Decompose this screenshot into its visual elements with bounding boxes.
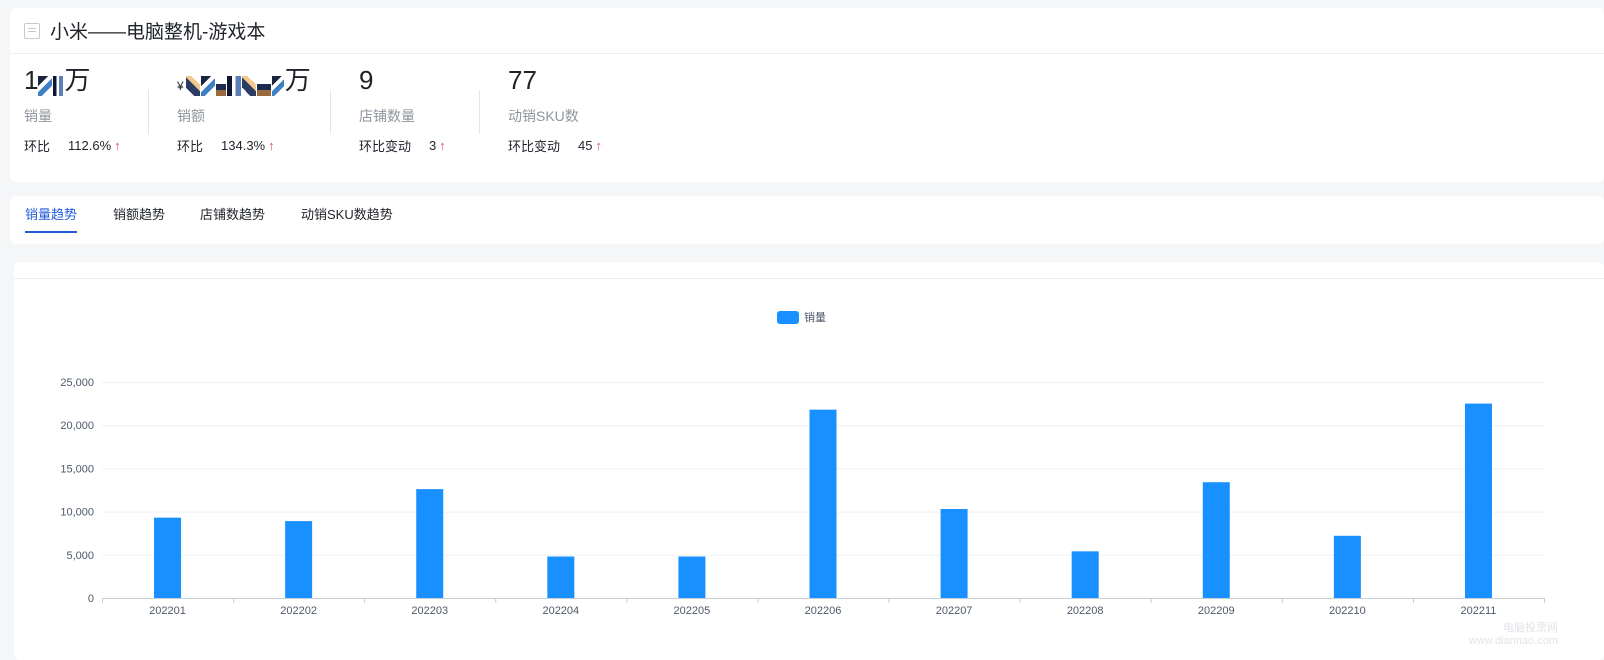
title-bar: 小米——电脑整机-游戏本 bbox=[10, 8, 1604, 54]
obscured-value bbox=[256, 76, 271, 96]
obscured-value bbox=[241, 76, 256, 96]
obscured-value bbox=[215, 76, 226, 96]
metric-compare: 环比 112.6% ↑ bbox=[24, 136, 121, 155]
divider bbox=[330, 90, 331, 134]
page-title: 小米——电脑整机-游戏本 bbox=[50, 22, 266, 43]
watermark-line: www.diannao.com bbox=[1468, 635, 1558, 647]
x-tick-label: 202204 bbox=[542, 605, 579, 617]
metric-compare: 环比变动 45 ↑ bbox=[508, 136, 602, 155]
tab-store-count-trend[interactable]: 店铺数趋势 bbox=[200, 196, 265, 244]
bar bbox=[678, 556, 706, 598]
y-tick-label: 0 bbox=[88, 593, 94, 605]
obscured-value bbox=[38, 76, 53, 96]
y-tick-label: 20,000 bbox=[60, 420, 94, 432]
arrow-up-icon: ↑ bbox=[268, 138, 275, 153]
sales-volume-bar-chart: 0 5,000 10,000 15,000 20,000 25,000 202201 2022… bbox=[60, 310, 1545, 617]
metric-value: ¥ 万 bbox=[177, 64, 311, 96]
x-tick-label: 202203 bbox=[411, 605, 448, 617]
compare-value: 3 bbox=[429, 138, 437, 153]
metric-label: 店铺数量 bbox=[359, 108, 415, 124]
bar bbox=[285, 521, 313, 598]
compare-label: 环比变动 bbox=[508, 139, 561, 154]
tab-active-sku-trend[interactable]: 动销SKU数趋势 bbox=[301, 196, 393, 244]
metric-unit: 万 bbox=[64, 65, 91, 95]
divider bbox=[148, 90, 149, 134]
obscured-value bbox=[271, 76, 284, 96]
arrow-up-icon: ↑ bbox=[114, 138, 121, 153]
x-tick-label: 202211 bbox=[1461, 605, 1497, 617]
metric-unit: 万 bbox=[284, 65, 311, 95]
bar bbox=[416, 489, 444, 598]
x-tick-label: 202208 bbox=[1067, 605, 1104, 617]
compare-value: 112.6% bbox=[68, 138, 112, 153]
tab-sales-volume-trend[interactable]: 销量趋势 bbox=[25, 196, 78, 244]
bar bbox=[940, 509, 968, 598]
x-tick-label: 202210 bbox=[1329, 605, 1366, 617]
trend-tabs: 销量趋势 销额趋势 店铺数趋势 动销SKU数趋势 bbox=[10, 196, 1604, 244]
legend-swatch bbox=[777, 311, 799, 324]
compare-label: 环比 bbox=[24, 139, 51, 154]
metric-value: 9 bbox=[359, 65, 374, 95]
bar bbox=[154, 517, 182, 598]
obscured-value bbox=[185, 76, 200, 96]
x-tick-label: 202201 bbox=[149, 605, 186, 617]
bar bbox=[1071, 551, 1099, 598]
metric-label: 动销SKU数 bbox=[508, 108, 579, 124]
metric-compare: 环比变动 3 ↑ bbox=[359, 136, 446, 155]
x-tick-label: 202202 bbox=[280, 605, 317, 617]
x-tick-label: 202206 bbox=[805, 605, 842, 617]
metric-store-count: 9 店铺数量 环比变动 3 ↑ bbox=[359, 64, 446, 155]
metric-value: 77 bbox=[508, 65, 537, 95]
metric-sales-amount: ¥ 万 销额 环比 134.3% ↑ bbox=[177, 64, 311, 155]
legend-label: 销量 bbox=[804, 310, 826, 324]
report-icon bbox=[24, 22, 40, 39]
tab-sales-amount-trend[interactable]: 销额趋势 bbox=[113, 196, 165, 244]
y-tick-label: 25,000 bbox=[60, 377, 94, 389]
compare-label: 环比 bbox=[177, 139, 204, 154]
bar bbox=[547, 556, 575, 598]
metric-digit: 1 bbox=[24, 65, 39, 95]
compare-value: 45 bbox=[578, 138, 593, 153]
metric-compare: 环比 134.3% ↑ bbox=[177, 136, 311, 155]
metric-label: 销量 bbox=[24, 108, 52, 124]
x-tick-label: 202209 bbox=[1198, 605, 1235, 617]
arrow-up-icon: ↑ bbox=[439, 138, 446, 153]
metric-sales-volume: 1 万 销量 环比 112.6% ↑ bbox=[24, 64, 121, 155]
compare-label: 环比变动 bbox=[359, 139, 412, 154]
bar bbox=[1333, 535, 1361, 598]
currency-symbol: ¥ bbox=[177, 79, 184, 93]
bar bbox=[809, 409, 837, 598]
chart-card: 0 5,000 10,000 15,000 20,000 25,000 202201 2022… bbox=[14, 262, 1604, 660]
y-tick-label: 10,000 bbox=[60, 507, 94, 519]
y-tick-label: 15,000 bbox=[60, 463, 94, 475]
obscured-value bbox=[53, 76, 64, 96]
bar bbox=[1464, 403, 1492, 598]
x-tick-label: 202207 bbox=[936, 605, 973, 617]
y-tick-label: 5,000 bbox=[66, 550, 94, 562]
obscured-value bbox=[226, 76, 241, 96]
watermark-line: 电脑投票网 bbox=[1503, 622, 1558, 634]
bar bbox=[1202, 482, 1230, 598]
divider bbox=[479, 90, 480, 134]
metric-value: 1 万 bbox=[24, 64, 121, 96]
compare-value: 134.3% bbox=[221, 138, 266, 153]
summary-card: 小米——电脑整机-游戏本 1 万 销量 环比 112.6% ↑ ¥ 万 销额 环… bbox=[10, 8, 1604, 182]
metric-active-sku: 77 动销SKU数 环比变动 45 ↑ bbox=[508, 64, 602, 155]
metric-label: 销额 bbox=[177, 108, 205, 124]
watermark: 电脑投票网 www.diannao.com bbox=[1469, 622, 1558, 648]
x-tick-label: 202205 bbox=[674, 605, 711, 617]
arrow-up-icon: ↑ bbox=[595, 138, 602, 153]
obscured-value bbox=[200, 76, 215, 96]
